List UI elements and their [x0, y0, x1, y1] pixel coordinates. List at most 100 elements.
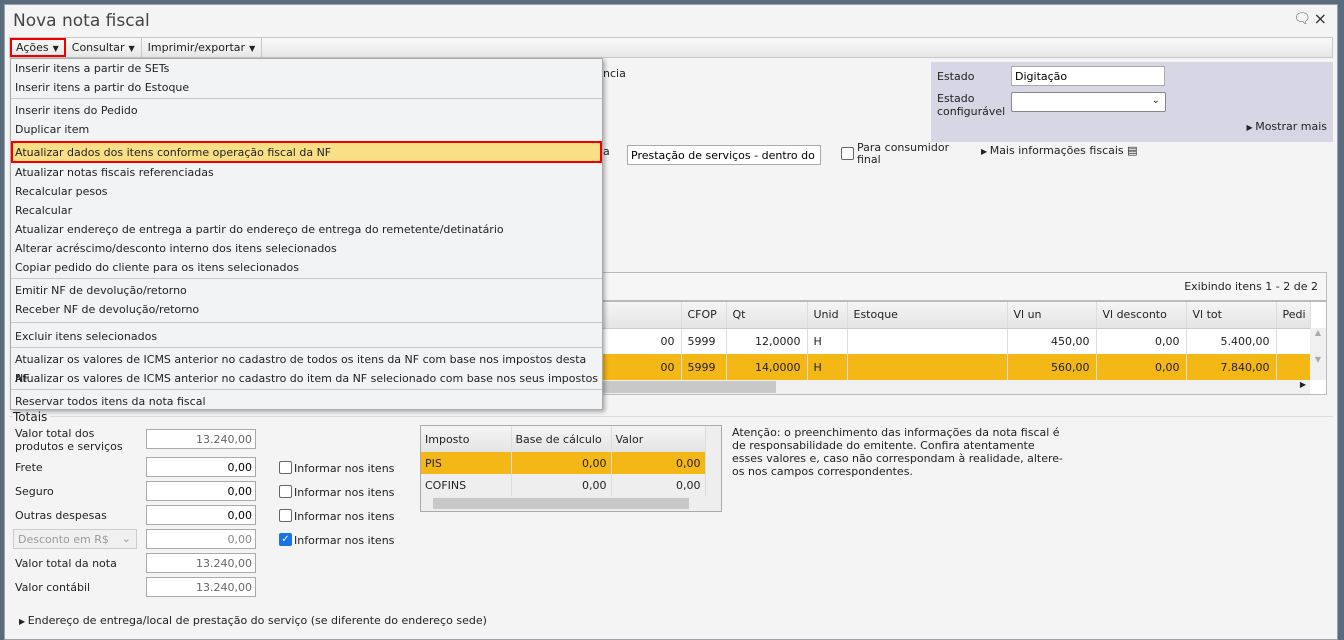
seguro-informar-checkbox[interactable] [279, 485, 292, 498]
outras-despesas-input[interactable] [146, 505, 256, 525]
menu-item[interactable]: Receber NF de devolução/retorno [11, 300, 602, 319]
chat-icon[interactable]: 🗨 [1293, 11, 1311, 27]
desconto-informar-checkbox[interactable]: ✓ [279, 533, 292, 546]
outras-despesas-label: Outras despesas [15, 509, 107, 522]
estado-panel: Estado Estado configurável ⌄ ▶ Mostrar m… [931, 62, 1333, 142]
column-header[interactable]: Vl un [1007, 302, 1097, 329]
close-icon[interactable]: × [1314, 9, 1327, 28]
table-cell: 14,0000 [726, 354, 808, 380]
menu-item[interactable]: Atualizar notas fiscais referenciadas [11, 163, 602, 182]
menu-item[interactable]: Excluir itens selecionados [11, 327, 602, 346]
table-cell: 0,00 [611, 452, 706, 474]
grid-status: Exibindo itens 1 - 2 de 2 [1184, 280, 1318, 293]
expand-arrow-icon: ▶ [19, 617, 28, 626]
table-cell: H [807, 354, 848, 380]
aviso-text: Atenção: o preenchimento das informações… [732, 426, 1063, 478]
document-icon: ▤ [1127, 144, 1138, 157]
table-cell [1276, 328, 1311, 354]
seguro-label: Seguro [15, 485, 54, 498]
column-header[interactable]: Unid [807, 302, 848, 329]
valor-produtos-input[interactable] [146, 429, 256, 449]
frete-label: Frete [15, 461, 43, 474]
menu-item[interactable]: Inserir itens a partir do Estoque [11, 78, 602, 97]
column-header[interactable]: Base de cálculo [511, 426, 612, 452]
table-cell: COFINS [421, 474, 512, 496]
table-cell [847, 328, 1008, 354]
column-header[interactable]: CFOP [681, 302, 727, 329]
totais-divider [9, 416, 1333, 417]
menu-separator [11, 322, 602, 323]
menu-item[interactable]: Atualizar os valores de ICMS anterior no… [11, 369, 602, 388]
acoes-menu-button[interactable]: Ações ▼ [10, 38, 66, 57]
window: Nova nota fiscal 🗨 × Ações ▼ Consultar ▼ I… [4, 4, 1338, 640]
column-header[interactable]: Valor [611, 426, 706, 452]
menu-item[interactable]: Inserir itens a partir de SETs [11, 59, 602, 78]
table-cell: H [807, 328, 848, 354]
menu-separator [11, 278, 602, 279]
caret-down-icon: ▼ [249, 44, 256, 53]
column-header[interactable]: Vl tot [1186, 302, 1277, 329]
scroll-right-icon[interactable]: ▶ [1300, 380, 1306, 389]
caret-down-icon: ▼ [52, 44, 59, 53]
impostos-hscrollbar[interactable] [421, 496, 705, 511]
table-cell: PIS [421, 452, 512, 474]
expand-arrow-icon: ▶ [1246, 123, 1256, 132]
menu-item[interactable]: Copiar pedido do cliente para os itens s… [11, 258, 602, 277]
acoes-label: Ações [16, 41, 49, 54]
column-header[interactable]: Pedi [1276, 302, 1311, 329]
table-row[interactable]: PIS 0,00 0,00 [421, 452, 706, 474]
partial-label: a [603, 145, 610, 158]
column-header[interactable]: Imposto [421, 426, 512, 452]
mostrar-mais-link[interactable]: ▶ Mostrar mais [1247, 120, 1328, 133]
table-cell: 0,00 [511, 474, 612, 496]
column-header[interactable]: Estoque [847, 302, 1008, 329]
menu-separator [11, 347, 602, 348]
column-header[interactable]: Vl desconto [1096, 302, 1187, 329]
operacao-fiscal-input[interactable] [627, 145, 821, 165]
estado-input[interactable] [1011, 66, 1165, 86]
desconto-type-select[interactable]: Desconto em R$ ⌄ [13, 529, 137, 549]
consumidor-final-checkbox[interactable] [841, 147, 854, 160]
menu-item[interactable]: Duplicar item [11, 120, 602, 139]
valor-nota-input[interactable] [146, 553, 256, 573]
menu-item[interactable]: Alterar acréscimo/desconto interno dos i… [11, 239, 602, 258]
menu-separator [11, 98, 602, 99]
consultar-label: Consultar [71, 41, 125, 54]
valor-produtos-label: Valor total dos produtos e serviços [15, 427, 123, 453]
totais-title: Totais [13, 410, 51, 424]
consultar-menu-button[interactable]: Consultar ▼ [66, 38, 142, 57]
endereco-entrega-toggle[interactable]: ▶ Endereço de entrega/local de prestação… [19, 614, 487, 627]
menu-item[interactable]: Atualizar endereço de entrega a partir d… [11, 220, 602, 239]
table-cell: 0,00 [611, 474, 706, 496]
menu-item[interactable]: Emitir NF de devolução/retorno [11, 281, 602, 300]
frete-input[interactable] [146, 457, 256, 477]
imprimir-label: Imprimir/exportar [147, 41, 246, 54]
table-cell: 0,00 [1096, 328, 1187, 354]
menu-item[interactable]: Reservar todos itens da nota fiscal [11, 392, 602, 411]
caret-down-icon: ▼ [128, 44, 135, 53]
estado-configuravel-select[interactable]: ⌄ [1011, 92, 1166, 112]
valor-contabil-input[interactable] [146, 577, 256, 597]
table-cell: 5999 [681, 328, 727, 354]
scrollbar-thumb[interactable] [433, 498, 689, 509]
partial-label: ncia [603, 67, 626, 80]
outras-informar-checkbox[interactable] [279, 509, 292, 522]
menu-item[interactable]: Recalcular pesos [11, 182, 602, 201]
menu-item-atualizar-dados-highlighted[interactable]: Atualizar dados dos itens conforme opera… [11, 141, 602, 163]
menu-item[interactable]: Atualizar os valores de ICMS anterior no… [11, 350, 602, 385]
expand-arrow-icon: ▶ [981, 147, 990, 156]
mais-info-link[interactable]: ▶ Mais informações fiscais ▤ [981, 144, 1138, 157]
table-row[interactable]: COFINS 0,00 0,00 [421, 474, 706, 496]
seguro-input[interactable] [146, 481, 256, 501]
estado-label: Estado [937, 70, 975, 83]
vertical-scrollbar[interactable]: ▲ ▼ [1310, 328, 1326, 380]
endereco-entrega-label: Endereço de entrega/local de prestação d… [27, 614, 487, 627]
menu-item[interactable]: Inserir itens do Pedido [11, 101, 602, 120]
column-header[interactable]: Qt [726, 302, 808, 329]
desconto-input[interactable] [146, 529, 256, 549]
informar-label: Informar nos itens [294, 534, 395, 547]
frete-informar-checkbox[interactable] [279, 461, 292, 474]
imprimir-menu-button[interactable]: Imprimir/exportar ▼ [142, 38, 263, 57]
menu-item[interactable]: Recalcular [11, 201, 602, 220]
mais-info-label: Mais informações fiscais [989, 144, 1124, 157]
